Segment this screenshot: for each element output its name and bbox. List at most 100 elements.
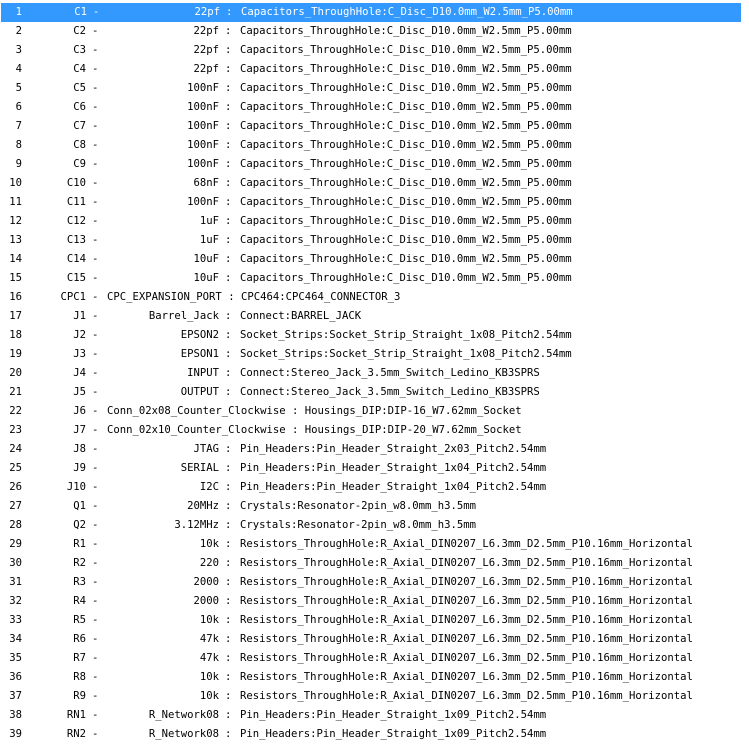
row-number: 8 [15, 139, 22, 151]
separator-colon: : [225, 671, 232, 683]
component-reference: RN2 [66, 728, 86, 740]
component-reference: J2 [73, 329, 86, 341]
list-item[interactable]: 27 Q1- 20MHz: Crystals:Resonator-2pin_w8.0m… [0, 497, 749, 516]
list-item[interactable]: 12 C12- 1uF: Capacitors_ThroughHole:C_Disc_… [0, 212, 749, 231]
list-item[interactable]: 11 C11- 100nF: Capacitors_ThroughHole:C_Dis… [0, 193, 749, 212]
list-item[interactable]: 5 C5- 100nF: Capacitors_ThroughHole:C_Disc_… [0, 79, 749, 98]
separator-colon: : [225, 272, 232, 284]
component-reference: C2 [73, 25, 86, 37]
value-and-footprint: Conn_02x08_Counter_Clockwise : Housings_… [107, 402, 522, 421]
footprint-name: Capacitors_ThroughHole:C_Disc_D10.0mm_W2… [240, 101, 572, 113]
list-item[interactable]: 10 C10- 68nF: Capacitors_ThroughHole:C_Disc… [0, 174, 749, 193]
component-reference: C10 [66, 177, 86, 189]
list-item[interactable]: 9 C9- 100nF: Capacitors_ThroughHole:C_Disc_… [0, 155, 749, 174]
separator-dash: - [92, 158, 99, 170]
separator-colon: : [285, 424, 305, 436]
component-reference: C8 [73, 139, 86, 151]
component-value: 22pf [193, 63, 219, 75]
list-item[interactable]: 30 R2- 220: Resistors_ThroughHole:R_Axial_D… [0, 554, 749, 573]
list-item[interactable]: 18 J2- EPSON2: Socket_Strips:Socket_Strip_S… [0, 326, 749, 345]
component-value: INPUT [187, 367, 219, 379]
list-item[interactable]: 24 J8- JTAG: Pin_Headers:Pin_Header_Straigh… [0, 440, 749, 459]
footprint-name: Resistors_ThroughHole:R_Axial_DIN0207_L6… [240, 671, 693, 683]
separator-colon: : [221, 291, 241, 303]
list-item[interactable]: 15 C15- 10uF: Capacitors_ThroughHole:C_Disc… [0, 269, 749, 288]
list-item[interactable]: 4 C4- 22pf: Capacitors_ThroughHole:C_Disc_D… [0, 60, 749, 79]
list-item[interactable]: 32 R4- 2000: Resistors_ThroughHole:R_Axial_… [0, 592, 749, 611]
component-value: 100nF [187, 139, 219, 151]
row-number: 13 [9, 234, 22, 246]
row-number: 33 [9, 614, 22, 626]
list-item[interactable]: 3 C3- 22pf: Capacitors_ThroughHole:C_Disc_D… [0, 41, 749, 60]
list-item[interactable]: 37 R9- 10k: Resistors_ThroughHole:R_Axial_D… [0, 687, 749, 706]
separator-colon: : [225, 481, 232, 493]
footprint-name: Pin_Headers:Pin_Header_Straight_2x03_Pit… [240, 443, 547, 455]
component-reference: R4 [73, 595, 86, 607]
list-item[interactable]: 39 RN2- R_Network08: Pin_Headers:Pin_Header… [0, 725, 749, 744]
separator-dash: - [92, 690, 99, 702]
list-item[interactable]: 1 C1- 22pf: Capacitors_ThroughHole:C_Disc_D… [1, 3, 741, 22]
separator-dash: - [92, 728, 99, 740]
separator-colon: : [225, 462, 232, 474]
list-item[interactable]: 20 J4- INPUT: Connect:Stereo_Jack_3.5mm_Swi… [0, 364, 749, 383]
component-value: Conn_02x10_Counter_Clockwise [107, 424, 286, 436]
row-number: 23 [9, 424, 22, 436]
component-reference: J7 [73, 424, 86, 436]
separator-colon: : [225, 538, 232, 550]
list-item[interactable]: 17 J1- Barrel_Jack: Connect:BARREL_JACK [0, 307, 749, 326]
component-value: 10uF [193, 253, 219, 265]
component-reference: C12 [66, 215, 86, 227]
component-value: 47k [199, 633, 219, 645]
list-item[interactable]: 14 C14- 10uF: Capacitors_ThroughHole:C_Disc… [0, 250, 749, 269]
list-item[interactable]: 2 C2- 22pf: Capacitors_ThroughHole:C_Disc_D… [0, 22, 749, 41]
list-item[interactable]: 33 R5- 10k: Resistors_ThroughHole:R_Axial_D… [0, 611, 749, 630]
list-item[interactable]: 7 C7- 100nF: Capacitors_ThroughHole:C_Disc_… [0, 117, 749, 136]
component-reference: C7 [73, 120, 86, 132]
separator-dash: - [92, 481, 99, 493]
footprint-name: Capacitors_ThroughHole:C_Disc_D10.0mm_W2… [240, 196, 572, 208]
list-item[interactable]: 25 J9- SERIAL: Pin_Headers:Pin_Header_Strai… [0, 459, 749, 478]
list-item[interactable]: 29 R1- 10k: Resistors_ThroughHole:R_Axial_D… [0, 535, 749, 554]
component-footprint-list: 1 C1 - 22pf: Capacitors_ThroughHole:C_Disc_D… [0, 3, 749, 744]
component-reference: C11 [66, 196, 86, 208]
list-item[interactable]: 31 R3- 2000: Resistors_ThroughHole:R_Axial_… [0, 573, 749, 592]
list-item[interactable]: 13 C13- 1uF: Capacitors_ThroughHole:C_Disc_… [0, 231, 749, 250]
list-item[interactable]: 16 CPC1- CPC_EXPANSION_PORT : CPC464:CPC46… [0, 288, 749, 307]
separator-dash: - [92, 44, 99, 56]
separator-colon: : [225, 595, 232, 607]
separator-colon: : [285, 405, 305, 417]
list-item[interactable]: 38 RN1- R_Network08: Pin_Headers:Pin_Header… [0, 706, 749, 725]
list-item[interactable]: 28 Q2- 3.12MHz: Crystals:Resonator-2pin_w8.… [0, 516, 749, 535]
separator-colon: : [225, 120, 232, 132]
row-number: 26 [9, 481, 22, 493]
footprint-name: Capacitors_ThroughHole:C_Disc_D10.0mm_W2… [240, 120, 572, 132]
row-number: 32 [9, 595, 22, 607]
list-item[interactable]: 19 J3- EPSON1: Socket_Strips:Socket_Strip_S… [0, 345, 749, 364]
component-reference: R8 [73, 671, 86, 683]
separator-dash: - [93, 6, 100, 18]
list-item[interactable]: 21 J5- OUTPUT: Connect:Stereo_Jack_3.5mm_Sw… [0, 383, 749, 402]
separator-dash: - [92, 196, 99, 208]
footprint-name: Resistors_ThroughHole:R_Axial_DIN0207_L6… [240, 576, 693, 588]
list-item[interactable]: 8 C8- 100nF: Capacitors_ThroughHole:C_Disc_… [0, 136, 749, 155]
list-item[interactable]: 23 J7- Conn_02x10_Counter_Clockwise : Hous… [0, 421, 749, 440]
list-item[interactable]: 6 C6- 100nF: Capacitors_ThroughHole:C_Disc_… [0, 98, 749, 117]
separator-dash: - [92, 310, 99, 322]
component-value: 10k [199, 538, 219, 550]
list-item[interactable]: 34 R6- 47k: Resistors_ThroughHole:R_Axial_D… [0, 630, 749, 649]
component-reference: J10 [66, 481, 86, 493]
footprint-name: Capacitors_ThroughHole:C_Disc_D10.0mm_W2… [240, 234, 572, 246]
separator-dash: - [92, 367, 99, 379]
separator-colon: : [225, 310, 232, 322]
list-item[interactable]: 22 J6- Conn_02x08_Counter_Clockwise : Hous… [0, 402, 749, 421]
list-item[interactable]: 35 R7- 47k: Resistors_ThroughHole:R_Axial_D… [0, 649, 749, 668]
list-item[interactable]: 36 R8- 10k: Resistors_ThroughHole:R_Axial_D… [0, 668, 749, 687]
footprint-name: Capacitors_ThroughHole:C_Disc_D10.0mm_W2… [240, 25, 572, 37]
list-item[interactable]: 26 J10- I2C: Pin_Headers:Pin_Header_Straigh… [0, 478, 749, 497]
separator-dash: - [92, 82, 99, 94]
separator-dash: - [92, 443, 99, 455]
footprint-name: Capacitors_ThroughHole:C_Disc_D10.0mm_W2… [240, 253, 572, 265]
component-value: Conn_02x08_Counter_Clockwise [107, 405, 286, 417]
separator-dash: - [92, 291, 99, 303]
component-value: 220 [199, 557, 219, 569]
